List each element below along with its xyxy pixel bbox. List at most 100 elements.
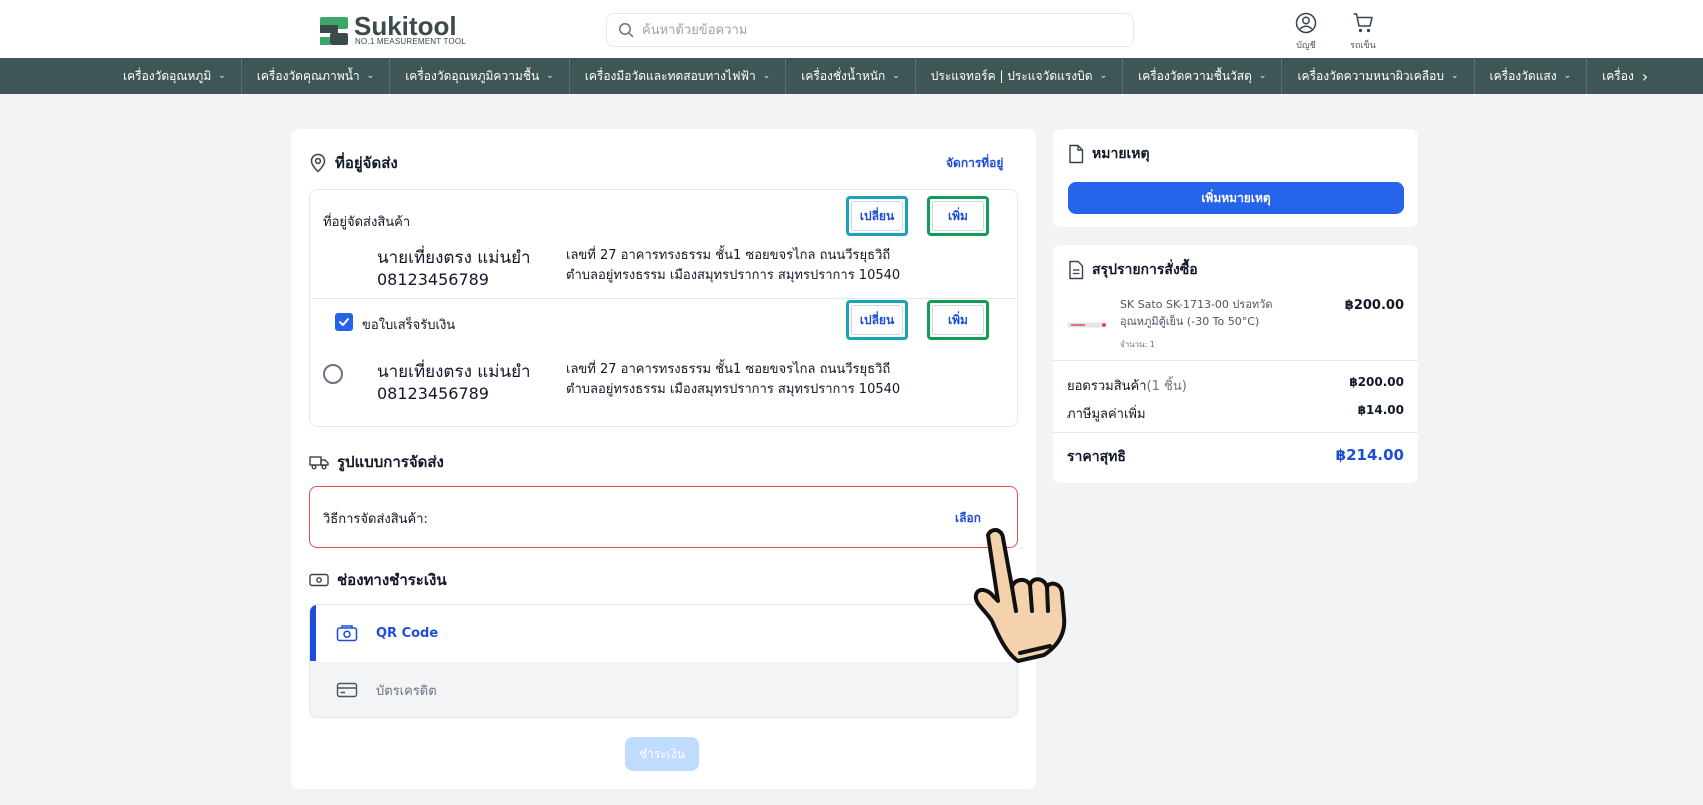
recipient-name: นายเที่ยงตรง แม่นยำ <box>377 248 531 268</box>
chevron-down-icon: ⌄ <box>892 71 900 81</box>
invoice-address-line-1: เลขที่ 27 อาคารทรงธรรม ชั้น1 ซอยขจรไกล ถ… <box>566 362 891 377</box>
payment-option-label: บัตรเครดิต <box>376 683 437 699</box>
user-icon <box>1295 12 1317 34</box>
document-icon <box>1069 144 1084 164</box>
category-label: เครื่องวัดความหนาผิวเคลือบ <box>1297 68 1444 83</box>
address-box: ที่อยู่จัดส่งสินค้า เปลี่ยน เพิ่ม นายเที… <box>309 189 1018 427</box>
chevron-down-icon: ⌄ <box>1450 71 1459 81</box>
product-name[interactable]: SK Sato SK-1713-00 ปรอทวัดอุณหภูมิตู้เย็… <box>1120 296 1290 330</box>
add-invoice-address-button[interactable]: เพิ่ม <box>927 300 989 340</box>
receipt-icon <box>1069 260 1084 280</box>
search-icon <box>619 23 634 38</box>
section-title: หมายเหตุ <box>1092 146 1150 162</box>
change-label: เปลี่ยน <box>851 305 903 335</box>
invoice-recipient-name: นายเที่ยงตรง แม่นยำ <box>377 362 531 382</box>
notes-card: หมายเหตุ เพิ่มหมายเหตุ <box>1053 129 1418 227</box>
chevron-down-icon: ⌄ <box>762 71 771 81</box>
category-item[interactable]: เครื่องวัดคุณภาพน้ำ ⌄ <box>242 58 391 94</box>
hand-pointer-icon <box>958 525 1068 669</box>
section-title: รูปแบบการจัดส่ง <box>337 453 444 471</box>
cart-icon <box>1353 13 1373 33</box>
credit-card-icon <box>336 682 358 698</box>
chevron-down-icon: ⌄ <box>1563 71 1572 81</box>
add-label: เพิ่ม <box>932 201 984 231</box>
invoice-recipient-phone: 08123456789 <box>377 384 489 403</box>
payment-heading: ช่องทางชำระเงิน <box>309 568 447 592</box>
payment-option-qr[interactable]: QR Code <box>310 605 1017 661</box>
change-label: เปลี่ยน <box>851 201 903 231</box>
category-label: เครื่องวัดคุณภาพน้ำ <box>256 68 360 83</box>
category-item[interactable]: เครื่องชั่งน้ำหนัก ⌄ <box>786 58 916 94</box>
chevron-down-icon: ⌄ <box>1258 71 1267 81</box>
category-item[interactable]: เครื่องวัดความชื้นวัสดุ ⌄ <box>1123 58 1283 94</box>
top-header: Sukitool NO.1 MEASUREMENT TOOL บัญชี รถเ… <box>0 0 1703 58</box>
product-price: ฿200.00 <box>1344 298 1404 313</box>
invoice-checkbox-label: ขอใบเสร็จรับเงิน <box>362 318 456 333</box>
subtotal-count: (1 ชิ้น) <box>1146 379 1187 394</box>
category-item[interactable]: เครื่องวัดอุณหภูมิความชื้น ⌄ <box>390 58 570 94</box>
category-item[interactable]: เครื่องวัดแสง ⌄ <box>1475 58 1588 94</box>
total-value: ฿214.00 <box>1335 446 1404 464</box>
total-label: ราคาสุทธิ <box>1067 449 1126 465</box>
section-title: ช่องทางชำระเงิน <box>337 571 447 589</box>
pay-button[interactable]: ชำระเงิน <box>625 737 699 771</box>
chevron-right-icon[interactable]: › <box>1642 67 1648 86</box>
subtotal-value: ฿200.00 <box>1349 375 1404 389</box>
address-line-2: ตำบลอยู่ทรงธรรม เมืองสมุทรปราการ สมุทรปร… <box>566 268 901 283</box>
vat-label: ภาษีมูลค่าเพิ่ม <box>1067 407 1146 422</box>
order-summary-card: สรุปรายการสั่งซื้อ SK Sato SK-1713-00 ปร… <box>1053 245 1418 483</box>
subtotal-label: ยอดรวมสินค้า <box>1067 379 1147 394</box>
truck-icon <box>309 456 329 470</box>
chevron-down-icon: ⌄ <box>366 71 375 81</box>
add-label: เพิ่ม <box>932 305 984 335</box>
notes-heading: หมายเหตุ <box>1068 143 1150 165</box>
add-note-button[interactable]: เพิ่มหมายเหตุ <box>1068 182 1404 214</box>
money-icon <box>309 573 329 587</box>
change-shipping-address-button[interactable]: เปลี่ยน <box>846 196 908 236</box>
address-line-1: เลขที่ 27 อาคารทรงธรรม ชั้น1 ซอยขจรไกล ถ… <box>566 248 891 263</box>
invoice-address-radio[interactable] <box>323 364 343 384</box>
shipping-method-box[interactable]: วิธีการจัดส่งสินค้า: เลือก <box>309 486 1018 548</box>
section-title: สรุปรายการสั่งซื้อ <box>1092 262 1198 278</box>
subtotal-row: ยอดรวมสินค้า(1 ชิ้น) ฿200.00 <box>1067 375 1404 396</box>
cart-label: รถเข็น <box>1350 41 1376 51</box>
shipping-method-heading: รูปแบบการจัดส่ง <box>309 450 444 474</box>
shipping-address-label: ที่อยู่จัดส่งสินค้า <box>323 215 411 230</box>
add-shipping-address-button[interactable]: เพิ่ม <box>927 196 989 236</box>
qr-camera-icon <box>336 625 358 642</box>
section-title: ที่อยู่จัดส่ง <box>335 154 398 172</box>
search-input[interactable] <box>642 22 1112 38</box>
category-label: ประแจทอร์ค | ประแจวัดแรงบิด <box>930 68 1093 83</box>
payment-option-label: QR Code <box>376 625 439 641</box>
chevron-down-icon: ⌄ <box>1099 71 1108 81</box>
account-button[interactable]: บัญชี <box>1288 12 1324 52</box>
logo[interactable]: Sukitool NO.1 MEASUREMENT TOOL <box>318 13 466 47</box>
category-item[interactable]: ประแจทอร์ค | ประแจวัดแรงบิด ⌄ <box>916 58 1124 94</box>
account-label: บัญชี <box>1296 41 1316 51</box>
vat-row: ภาษีมูลค่าเพิ่ม ฿14.00 <box>1067 403 1404 424</box>
category-label: เครื่องวัดแสง <box>1489 68 1557 83</box>
cart-button[interactable]: รถเข็น <box>1345 12 1381 52</box>
divider <box>1053 432 1418 433</box>
change-invoice-address-button[interactable]: เปลี่ยน <box>846 300 908 340</box>
category-label: เครื่องวัดอุณหภูมิความชื้น <box>405 68 540 83</box>
check-icon <box>339 318 349 326</box>
category-item[interactable]: เครื่องมือวัดและทดสอบทางไฟฟ้า ⌄ <box>570 58 787 94</box>
payment-option-credit-card[interactable]: บัตรเครดิต <box>310 662 1017 717</box>
product-thumbnail[interactable] <box>1067 317 1107 331</box>
category-item[interactable]: เครื่องวัดอุณหภูมิ ⌄ <box>108 58 242 94</box>
vat-value: ฿14.00 <box>1357 403 1404 417</box>
category-label: เครื่องมือวัดและทดสอบทางไฟฟ้า <box>584 68 756 83</box>
total-row: ราคาสุทธิ ฿214.00 <box>1067 446 1404 468</box>
order-summary-heading: สรุปรายการสั่งซื้อ <box>1068 259 1198 281</box>
category-item[interactable]: เครื่อง <box>1587 58 1640 94</box>
logo-tagline: NO.1 MEASUREMENT TOOL <box>355 37 466 46</box>
invoice-checkbox[interactable] <box>335 313 353 331</box>
category-label: เครื่องชั่งน้ำหนัก <box>801 68 886 83</box>
logo-icon <box>318 15 350 47</box>
category-item[interactable]: เครื่องวัดความหนาผิวเคลือบ ⌄ <box>1282 58 1475 94</box>
category-label: เครื่อง <box>1602 68 1634 83</box>
manage-address-link[interactable]: จัดการที่อยู่ <box>946 154 1003 173</box>
payment-options: QR Code บัตรเครดิต <box>309 604 1018 718</box>
chevron-down-icon: ⌄ <box>546 71 554 81</box>
